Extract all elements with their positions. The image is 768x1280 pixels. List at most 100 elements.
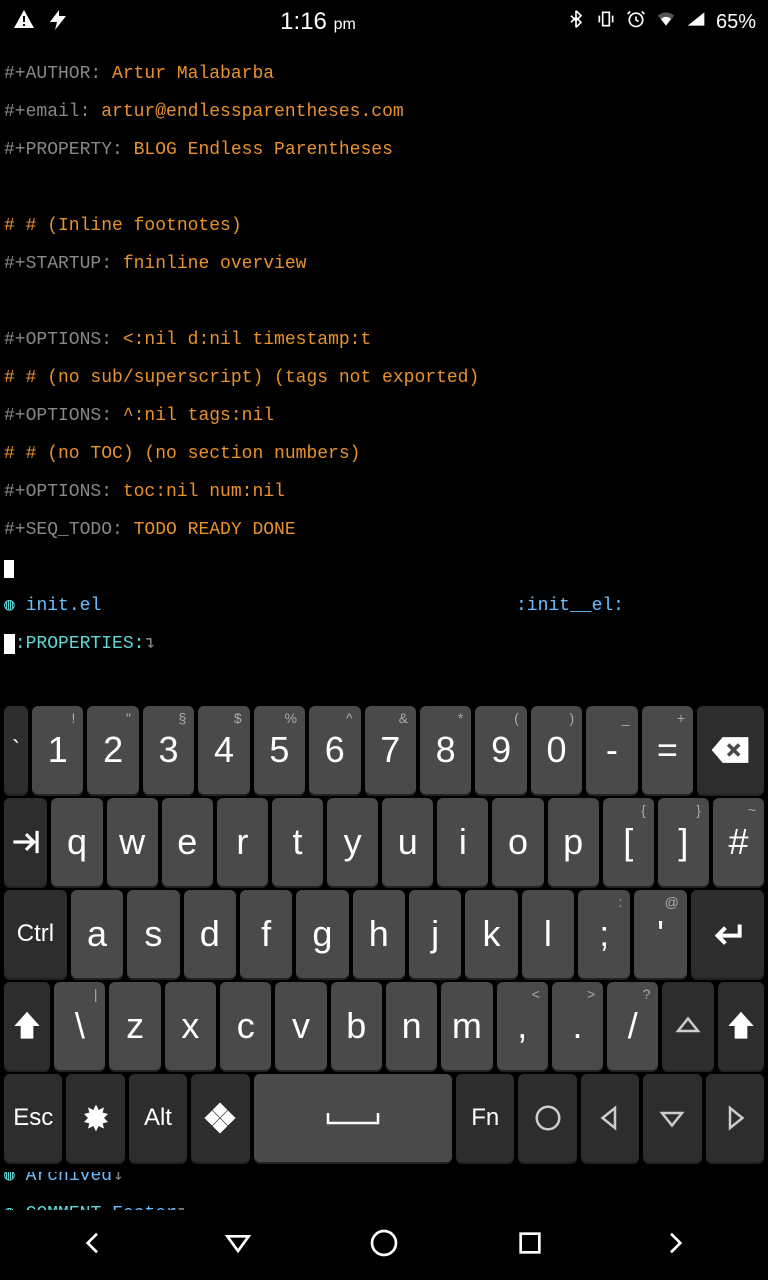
key-backspace[interactable] <box>697 706 764 794</box>
key-f[interactable]: f <box>240 890 292 978</box>
key-o[interactable]: o <box>492 798 543 886</box>
key-'[interactable]: '@ <box>634 890 686 978</box>
key-/[interactable]: /? <box>607 982 658 1070</box>
nav-back-icon[interactable] <box>222 1227 254 1263</box>
key-e[interactable]: e <box>162 798 213 886</box>
battery-text: 65% <box>716 11 756 34</box>
key-4[interactable]: 4$ <box>198 706 249 794</box>
key-h[interactable]: h <box>353 890 405 978</box>
key-u[interactable]: u <box>382 798 433 886</box>
key-2[interactable]: 2" <box>87 706 138 794</box>
key-w[interactable]: w <box>107 798 158 886</box>
warning-icon <box>12 8 36 37</box>
bolt-icon <box>46 8 70 37</box>
key-b[interactable]: b <box>331 982 382 1070</box>
key-g[interactable]: g <box>296 890 348 978</box>
key-x[interactable]: x <box>165 982 216 1070</box>
nav-prev-icon[interactable] <box>77 1227 109 1263</box>
key-fn[interactable]: Fn <box>456 1074 514 1162</box>
key-[[interactable]: [{ <box>603 798 654 886</box>
key-8[interactable]: 8* <box>420 706 471 794</box>
key-tab[interactable] <box>4 798 47 886</box>
key-j[interactable]: j <box>409 890 461 978</box>
org-comment: # # (no TOC) (no section numbers) <box>4 445 764 464</box>
key-\[interactable]: \| <box>54 982 105 1070</box>
key-c[interactable]: c <box>220 982 271 1070</box>
key-r[interactable]: r <box>217 798 268 886</box>
key-s[interactable]: s <box>127 890 179 978</box>
org-header-line: #+STARTUP: fninline overview <box>4 255 764 274</box>
alarm-icon <box>626 9 646 35</box>
key-#[interactable]: #~ <box>713 798 764 886</box>
key-y[interactable]: y <box>327 798 378 886</box>
key-i[interactable]: i <box>437 798 488 886</box>
key-=[interactable]: =+ <box>642 706 693 794</box>
clock: 1:16 pm <box>70 8 566 36</box>
vibrate-icon <box>596 9 616 35</box>
key-up[interactable] <box>662 982 713 1070</box>
nav-next-icon[interactable] <box>659 1227 691 1263</box>
key-left[interactable] <box>581 1074 639 1162</box>
signal-icon <box>686 9 706 35</box>
key-ctrl[interactable]: Ctrl <box>4 890 67 978</box>
org-header-line: #+SEQ_TODO: TODO READY DONE <box>4 521 764 540</box>
key-0[interactable]: 0) <box>531 706 582 794</box>
key-esc[interactable]: Esc <box>4 1074 62 1162</box>
key-k[interactable]: k <box>465 890 517 978</box>
key-3[interactable]: 3§ <box>143 706 194 794</box>
key-p[interactable]: p <box>548 798 599 886</box>
text-cursor <box>4 560 14 578</box>
key-a[interactable]: a <box>71 890 123 978</box>
key-.[interactable]: .> <box>552 982 603 1070</box>
key-shift-left[interactable] <box>4 982 50 1070</box>
key-enter[interactable] <box>691 890 764 978</box>
bluetooth-icon <box>566 9 586 35</box>
key-;[interactable]: ;: <box>578 890 630 978</box>
wifi-icon <box>656 9 676 35</box>
key-d[interactable]: d <box>184 890 236 978</box>
org-header-line: #+OPTIONS: <:nil d:nil timestamp:t <box>4 331 764 350</box>
org-header-line: #+email: artur@endlessparentheses.com <box>4 103 764 122</box>
key-diamond[interactable] <box>191 1074 249 1162</box>
key-right[interactable] <box>706 1074 764 1162</box>
key-settings[interactable] <box>66 1074 124 1162</box>
key--[interactable]: -_ <box>586 706 637 794</box>
blank-line <box>4 293 764 312</box>
org-header-line: #+OPTIONS: ^:nil tags:nil <box>4 407 764 426</box>
key-v[interactable]: v <box>275 982 326 1070</box>
key-q[interactable]: q <box>51 798 102 886</box>
key-backtick[interactable]: ` <box>4 706 28 794</box>
key-6[interactable]: 6^ <box>309 706 360 794</box>
nav-recent-icon[interactable] <box>514 1227 546 1263</box>
key-9[interactable]: 9( <box>475 706 526 794</box>
key-circle[interactable] <box>518 1074 576 1162</box>
key-z[interactable]: z <box>109 982 160 1070</box>
soft-keyboard: ` 1!2"3§4$5%6^7&8*9(0)-_=+ qwertyuiop[{]… <box>0 698 768 1172</box>
org-header-line: #+OPTIONS: toc:nil num:nil <box>4 483 764 502</box>
key-7[interactable]: 7& <box>365 706 416 794</box>
key-alt[interactable]: Alt <box>129 1074 187 1162</box>
blank-line <box>4 179 764 198</box>
key-down[interactable] <box>643 1074 701 1162</box>
key-5[interactable]: 5% <box>254 706 305 794</box>
key-][interactable]: ]} <box>658 798 709 886</box>
key-,[interactable]: ,< <box>497 982 548 1070</box>
cursor-line <box>4 559 764 578</box>
key-l[interactable]: l <box>522 890 574 978</box>
org-drawer: :PROPERTIES:↴ <box>4 635 764 654</box>
org-header-line: #+PROPERTY: BLOG Endless Parentheses <box>4 141 764 160</box>
org-heading-1: ◍ init.el:init__el: <box>4 597 764 616</box>
blank-line <box>4 673 764 692</box>
key-1[interactable]: 1! <box>32 706 83 794</box>
org-comment: # # (no sub/superscript) (tags not expor… <box>4 369 764 388</box>
status-bar: 1:16 pm 65% <box>0 0 768 44</box>
key-n[interactable]: n <box>386 982 437 1070</box>
key-space[interactable] <box>254 1074 453 1162</box>
android-navbar <box>0 1210 768 1280</box>
key-m[interactable]: m <box>441 982 492 1070</box>
org-header-line: #+AUTHOR: Artur Malabarba <box>4 65 764 84</box>
key-shift-right[interactable] <box>718 982 764 1070</box>
key-t[interactable]: t <box>272 798 323 886</box>
org-comment: # # (Inline footnotes) <box>4 217 764 236</box>
nav-home-icon[interactable] <box>368 1227 400 1263</box>
